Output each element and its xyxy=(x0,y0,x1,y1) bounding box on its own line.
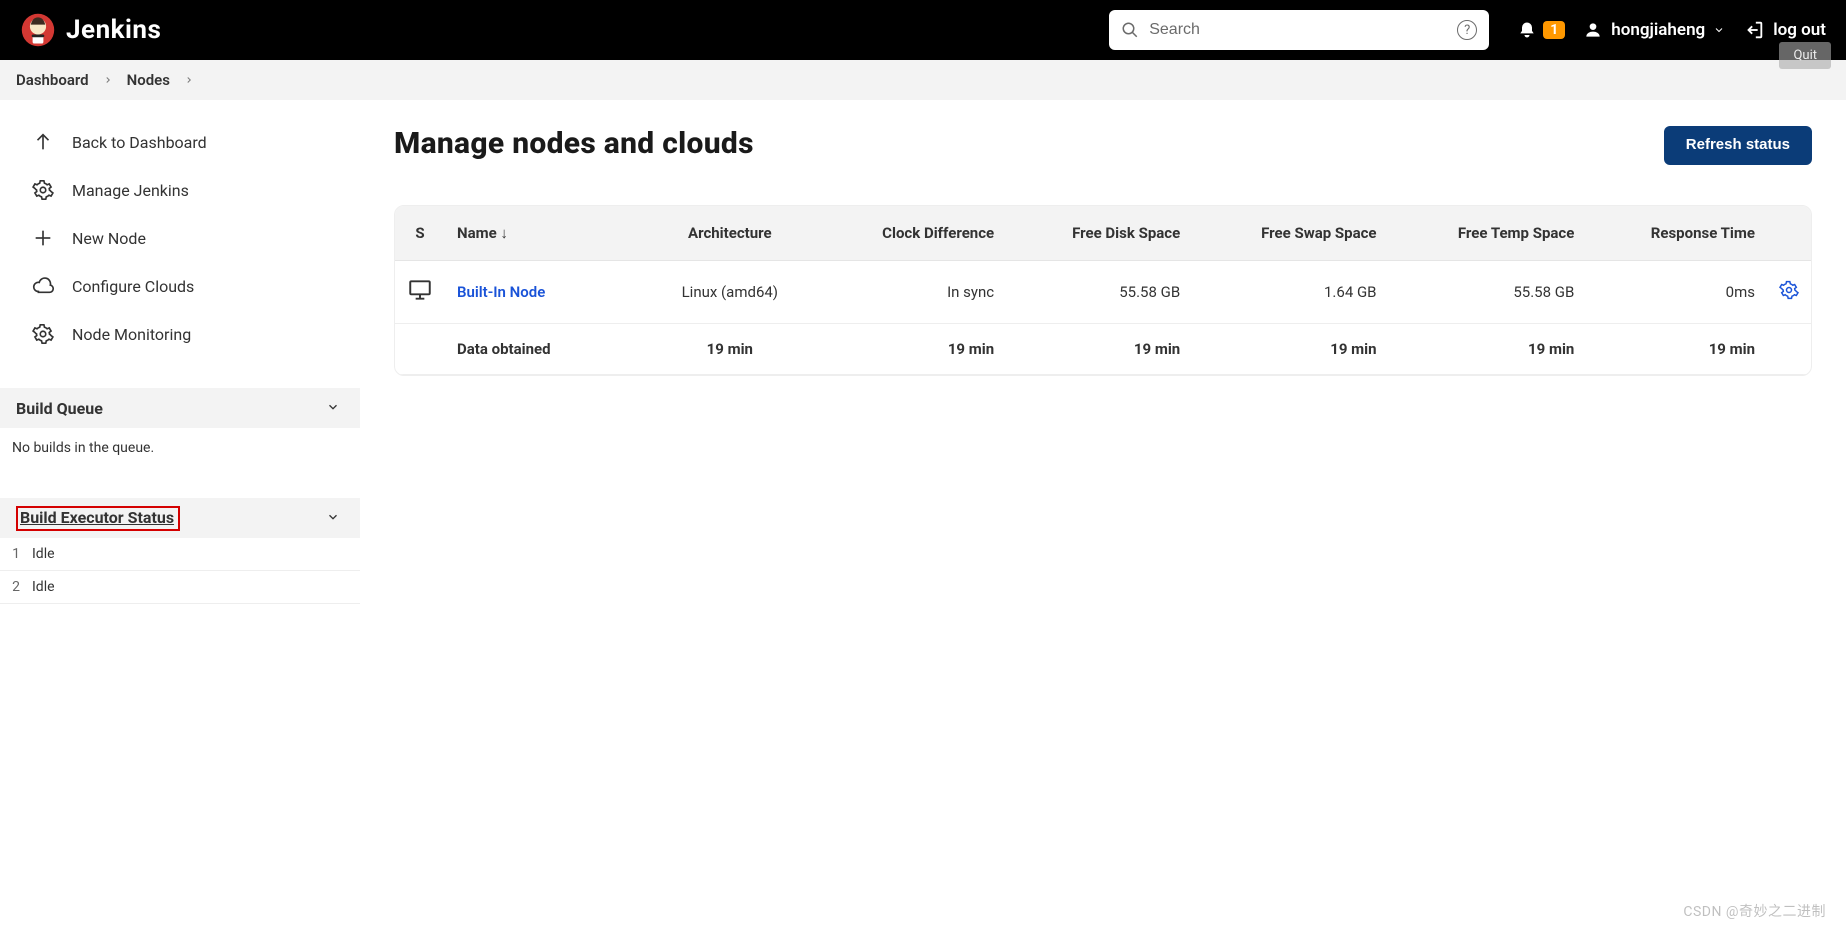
help-icon[interactable]: ? xyxy=(1457,20,1477,40)
executor-number: 2 xyxy=(6,579,20,595)
search-input[interactable] xyxy=(1149,21,1447,39)
chevron-right-icon xyxy=(184,71,194,89)
build-queue-title: Build Queue xyxy=(16,399,103,418)
build-queue-header[interactable]: Build Queue xyxy=(0,388,360,428)
configure-node-button[interactable] xyxy=(1779,286,1799,304)
node-status-icon-cell xyxy=(395,261,445,324)
build-queue-pane: Build Queue No builds in the queue. xyxy=(0,388,360,468)
node-arch-cell: Linux (amd64) xyxy=(645,261,815,324)
footer-label: Data obtained xyxy=(445,324,645,375)
table-row: Built-In Node Linux (amd64) In sync 55.5… xyxy=(395,261,1811,324)
executor-number: 1 xyxy=(6,546,20,562)
footer-resp: 19 min xyxy=(1586,324,1767,375)
executor-status-title[interactable]: Build Executor Status xyxy=(20,508,174,527)
col-clock[interactable]: Clock Difference xyxy=(815,206,1007,261)
user-icon xyxy=(1583,20,1603,40)
notifications-button[interactable]: 1 xyxy=(1517,20,1565,40)
col-name[interactable]: Name ↓ xyxy=(445,206,645,261)
page-title: Manage nodes and clouds xyxy=(394,126,754,161)
node-configure-cell xyxy=(1767,261,1811,324)
watermark-text: CSDN @奇妙之二进制 xyxy=(1683,901,1826,921)
col-disk[interactable]: Free Disk Space xyxy=(1006,206,1192,261)
node-clock-cell: In sync xyxy=(815,261,1007,324)
table-header-row: S Name ↓ Architecture Clock Difference F… xyxy=(395,206,1811,261)
bell-icon xyxy=(1517,20,1537,40)
quit-tooltip: Quit xyxy=(1779,42,1831,69)
sidebar-item-new-node[interactable]: New Node xyxy=(0,214,360,262)
sidebar-item-configure-clouds[interactable]: Configure Clouds xyxy=(0,262,360,310)
sidebar-item-label: Configure Clouds xyxy=(72,277,194,296)
sidebar-item-node-monitoring[interactable]: Node Monitoring xyxy=(0,310,360,358)
main-content: Manage nodes and clouds Refresh status S… xyxy=(360,100,1846,604)
col-config xyxy=(1767,206,1811,261)
logout-button[interactable]: log out xyxy=(1743,19,1826,41)
chevron-down-icon[interactable] xyxy=(326,509,340,528)
gear-icon xyxy=(32,323,54,345)
col-swap[interactable]: Free Swap Space xyxy=(1192,206,1388,261)
sidebar-item-label: Node Monitoring xyxy=(72,325,191,344)
executor-status-body: 1 Idle 2 Idle xyxy=(0,538,360,604)
breadcrumb: Dashboard Nodes xyxy=(0,60,1846,100)
top-header: Jenkins ? 1 hongjiaheng log out Quit xyxy=(0,0,1846,60)
chevron-right-icon xyxy=(103,71,113,89)
node-resp-cell: 0ms xyxy=(1586,261,1767,324)
node-name-link[interactable]: Built-In Node xyxy=(457,283,545,301)
cloud-icon xyxy=(32,275,54,297)
footer-arch: 19 min xyxy=(645,324,815,375)
plus-icon xyxy=(32,227,54,249)
chevron-down-icon xyxy=(1713,24,1725,36)
footer-disk: 19 min xyxy=(1006,324,1192,375)
brand-wrap[interactable]: Jenkins xyxy=(20,12,161,48)
chevron-down-icon[interactable] xyxy=(326,399,340,418)
sidebar-item-label: New Node xyxy=(72,229,146,248)
user-menu[interactable]: hongjiaheng xyxy=(1583,20,1725,40)
col-resp[interactable]: Response Time xyxy=(1586,206,1767,261)
col-temp[interactable]: Free Temp Space xyxy=(1389,206,1587,261)
executor-state: Idle xyxy=(32,546,55,562)
search-box[interactable]: ? xyxy=(1109,10,1489,50)
jenkins-logo-icon xyxy=(20,12,56,48)
col-arch[interactable]: Architecture xyxy=(645,206,815,261)
node-name-cell: Built-In Node xyxy=(445,261,645,324)
executor-row: 2 Idle xyxy=(0,571,360,604)
username-label: hongjiaheng xyxy=(1611,20,1705,40)
computer-icon xyxy=(407,289,433,307)
build-queue-body: No builds in the queue. xyxy=(0,428,360,468)
footer-clock: 19 min xyxy=(815,324,1007,375)
sidebar-item-label: Manage Jenkins xyxy=(72,181,189,200)
sidebar-item-back-dashboard[interactable]: Back to Dashboard xyxy=(0,118,360,166)
sidebar: Back to Dashboard Manage Jenkins New Nod… xyxy=(0,100,360,604)
notification-badge: 1 xyxy=(1543,21,1565,39)
executor-status-title-highlight: Build Executor Status xyxy=(16,506,180,531)
logout-label: log out xyxy=(1773,20,1826,40)
footer-temp: 19 min xyxy=(1389,324,1587,375)
nodes-table: S Name ↓ Architecture Clock Difference F… xyxy=(394,205,1812,376)
refresh-status-button[interactable]: Refresh status xyxy=(1664,126,1812,165)
search-icon xyxy=(1121,21,1139,39)
node-temp-cell: 55.58 GB xyxy=(1389,261,1587,324)
breadcrumb-item[interactable]: Dashboard xyxy=(16,71,89,89)
logout-icon xyxy=(1743,19,1765,41)
executor-status-header[interactable]: Build Executor Status xyxy=(0,498,360,538)
executor-state: Idle xyxy=(32,579,55,595)
table-footer-row: Data obtained 19 min 19 min 19 min 19 mi… xyxy=(395,324,1811,375)
brand-text: Jenkins xyxy=(66,15,161,45)
executor-row: 1 Idle xyxy=(0,538,360,571)
sidebar-item-manage-jenkins[interactable]: Manage Jenkins xyxy=(0,166,360,214)
arrow-up-icon xyxy=(32,131,54,153)
footer-swap: 19 min xyxy=(1192,324,1388,375)
build-queue-empty: No builds in the queue. xyxy=(12,440,154,456)
node-swap-cell: 1.64 GB xyxy=(1192,261,1388,324)
executor-status-pane: Build Executor Status 1 Idle 2 Idle xyxy=(0,498,360,604)
gear-icon xyxy=(32,179,54,201)
col-status[interactable]: S xyxy=(395,206,445,261)
sidebar-item-label: Back to Dashboard xyxy=(72,133,207,152)
node-disk-cell: 55.58 GB xyxy=(1006,261,1192,324)
breadcrumb-item[interactable]: Nodes xyxy=(127,71,170,89)
